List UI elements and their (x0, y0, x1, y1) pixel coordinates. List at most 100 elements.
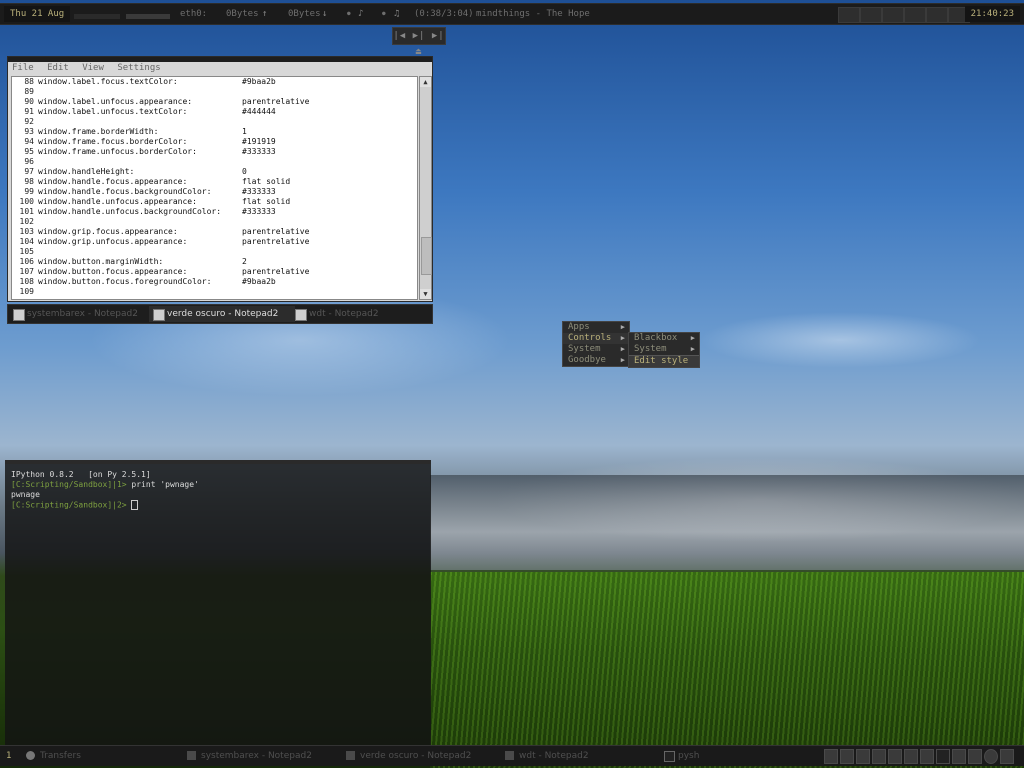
workspace-pager-3[interactable] (882, 7, 904, 23)
editor-line[interactable]: 95 window.frame.unfocus.borderColor: #3333… (12, 147, 417, 157)
task-systembarex[interactable]: systembarex - Notepad2 (187, 748, 312, 764)
tray-shield-icon[interactable] (1000, 749, 1014, 764)
scrollbar-thumb[interactable] (421, 237, 432, 275)
workspace-pager-4[interactable] (904, 7, 926, 23)
tray-app-icon-3[interactable] (904, 749, 918, 764)
config-key: window.label.unfocus.appearance: (38, 97, 193, 106)
config-value: parentrelative (242, 237, 310, 246)
media-controls[interactable]: |◀ ▶| ▶| ⏏ (392, 27, 446, 57)
editor-line[interactable]: 105 (12, 247, 417, 257)
editor-line[interactable]: 90 window.label.unfocus.appearance: parent… (12, 97, 417, 107)
editor-line[interactable]: 96 (12, 157, 417, 167)
workspace-pager-5[interactable] (926, 7, 948, 23)
menu-item-blackbox[interactable]: Blackbox ▶ (629, 333, 699, 344)
prompt: [C:Scripting/Sandbox]|2> (11, 500, 132, 510)
tray-network-icon[interactable] (872, 749, 886, 764)
menu-item-system-sub[interactable]: System ▶ (629, 344, 699, 355)
command: print 'pwnage' (131, 480, 199, 489)
editor-line[interactable]: 88 window.label.focus.textColor: #9baa2b (12, 77, 417, 87)
task-pysh[interactable]: pysh (664, 748, 699, 764)
task-verde-oscuro[interactable]: verde oscuro - Notepad2 (346, 748, 471, 764)
config-value: #191919 (242, 137, 276, 146)
editor-line[interactable]: 107 window.button.focus.appearance: parent… (12, 267, 417, 277)
workspace-pager-2[interactable] (860, 7, 882, 23)
tab-systembarex[interactable]: systembarex - Notepad2 (9, 306, 157, 322)
editor-line[interactable]: 93 window.frame.borderWidth: 1 (12, 127, 417, 137)
tab-label: verde oscuro - Notepad2 (167, 309, 279, 319)
line-number: 102 (19, 217, 34, 226)
terminal-line-2: [C:Scripting/Sandbox]|2> (5, 500, 431, 510)
task-wdt[interactable]: wdt - Notepad2 (505, 748, 589, 764)
scroll-down-arrow-icon[interactable]: ▼ (420, 289, 431, 299)
line-number: 104 (19, 237, 34, 246)
config-key: window.handle.unfocus.appearance: (38, 197, 197, 206)
editor-text-area[interactable]: 88 window.label.focus.textColor: #9baa2b 89… (11, 76, 418, 300)
tray-app-icon-5[interactable] (952, 749, 966, 764)
line-number: 107 (19, 267, 34, 276)
tray-console-icon[interactable] (936, 749, 950, 764)
editor-line[interactable]: 98 window.handle.focus.appearance: flat so… (12, 177, 417, 187)
notepad-icon (187, 751, 196, 760)
config-value: #9baa2b (242, 277, 276, 286)
notepad-icon (153, 309, 165, 321)
editor-line[interactable]: 89 (12, 87, 417, 97)
clock-display: 21:40:23 (964, 6, 1020, 22)
scroll-up-arrow-icon[interactable]: ▲ (420, 77, 431, 87)
memory-graph (126, 14, 170, 19)
editor-line[interactable]: 104 window.grip.unfocus.appearance: parent… (12, 237, 417, 247)
volume-speaker-icon[interactable]: ♪ (358, 6, 363, 22)
menu-item-apps[interactable]: Apps ▶ (563, 322, 629, 333)
menu-item-controls[interactable]: Controls ▶ (563, 333, 629, 344)
line-number: 97 (24, 167, 34, 176)
menu-file[interactable]: File (12, 63, 34, 73)
tray-app-icon-2[interactable] (840, 749, 854, 764)
vertical-scrollbar[interactable]: ▲ ▼ (419, 76, 432, 300)
menu-edit[interactable]: Edit (47, 63, 69, 73)
menu-item-system[interactable]: System ▶ (563, 344, 629, 355)
tab-label: wdt - Notepad2 (309, 309, 379, 319)
editor-line[interactable]: 106 window.button.marginWidth: 2 (12, 257, 417, 267)
text-cursor[interactable] (131, 500, 139, 510)
editor-line[interactable]: 94 window.frame.focus.borderColor: #191919 (12, 137, 417, 147)
editor-line[interactable]: 100 window.handle.unfocus.appearance: flat… (12, 197, 417, 207)
tray-app-icon-4[interactable] (920, 749, 934, 764)
line-number: 89 (24, 87, 34, 96)
line-number: 93 (24, 127, 34, 136)
config-value: #333333 (242, 147, 276, 156)
terminal-icon (664, 751, 675, 762)
config-value: parentrelative (242, 267, 310, 276)
line-number: 103 (19, 227, 34, 236)
tab-wdt[interactable]: wdt - Notepad2 (291, 306, 447, 322)
terminal-window[interactable]: IPython 0.8.2 [on Py 2.5.1] [C:Scripting… (5, 460, 431, 750)
workspace-pager-1[interactable] (838, 7, 860, 23)
editor-line[interactable]: 101 window.handle.unfocus.backgroundColor… (12, 207, 417, 217)
task-transfers[interactable]: Transfers (26, 748, 81, 764)
editor-line[interactable]: 91 window.label.unfocus.textColor: #444444 (12, 107, 417, 117)
editor-line[interactable]: 108 window.button.focus.foregroundColor: #… (12, 277, 417, 287)
download-arrow-icon: ↓ (322, 9, 328, 19)
menu-bar: File Edit View Settings (8, 62, 432, 74)
editor-line[interactable]: 99 window.handle.focus.backgroundColor: #3… (12, 187, 417, 197)
tray-settings-icon[interactable] (984, 749, 998, 764)
menu-settings[interactable]: Settings (117, 63, 160, 73)
editor-line[interactable]: 92 (12, 117, 417, 127)
workspace-number[interactable]: 1 (6, 748, 11, 764)
menu-item-goodbye[interactable]: Goodbye ▶ (563, 355, 629, 366)
menu-item-edit-style[interactable]: Edit style (629, 355, 699, 367)
editor-line[interactable]: 109 (12, 287, 417, 297)
wallpaper-grass (430, 572, 1024, 768)
tray-window-icon[interactable] (968, 749, 982, 764)
line-number: 94 (24, 137, 34, 146)
top-status-bar: Thu 21 Aug eth0: 0Bytes ↑ 0Bytes ↓ ● ♪ ●… (0, 3, 1024, 25)
prompt: [C:Scripting/Sandbox]|1> (11, 480, 132, 489)
tray-app-icon-1[interactable] (824, 749, 838, 764)
terminal-output: pwnage (11, 490, 40, 499)
menu-view[interactable]: View (82, 63, 104, 73)
tab-verde-oscuro[interactable]: verde oscuro - Notepad2 (149, 306, 295, 322)
editor-line[interactable]: 97 window.handleHeight: 0 (12, 167, 417, 177)
tray-user-icon[interactable] (856, 749, 870, 764)
editor-line[interactable]: 103 window.grip.focus.appearance: parentre… (12, 227, 417, 237)
tray-grid-icon[interactable] (888, 749, 902, 764)
line-number: 105 (19, 247, 34, 256)
editor-line[interactable]: 102 (12, 217, 417, 227)
